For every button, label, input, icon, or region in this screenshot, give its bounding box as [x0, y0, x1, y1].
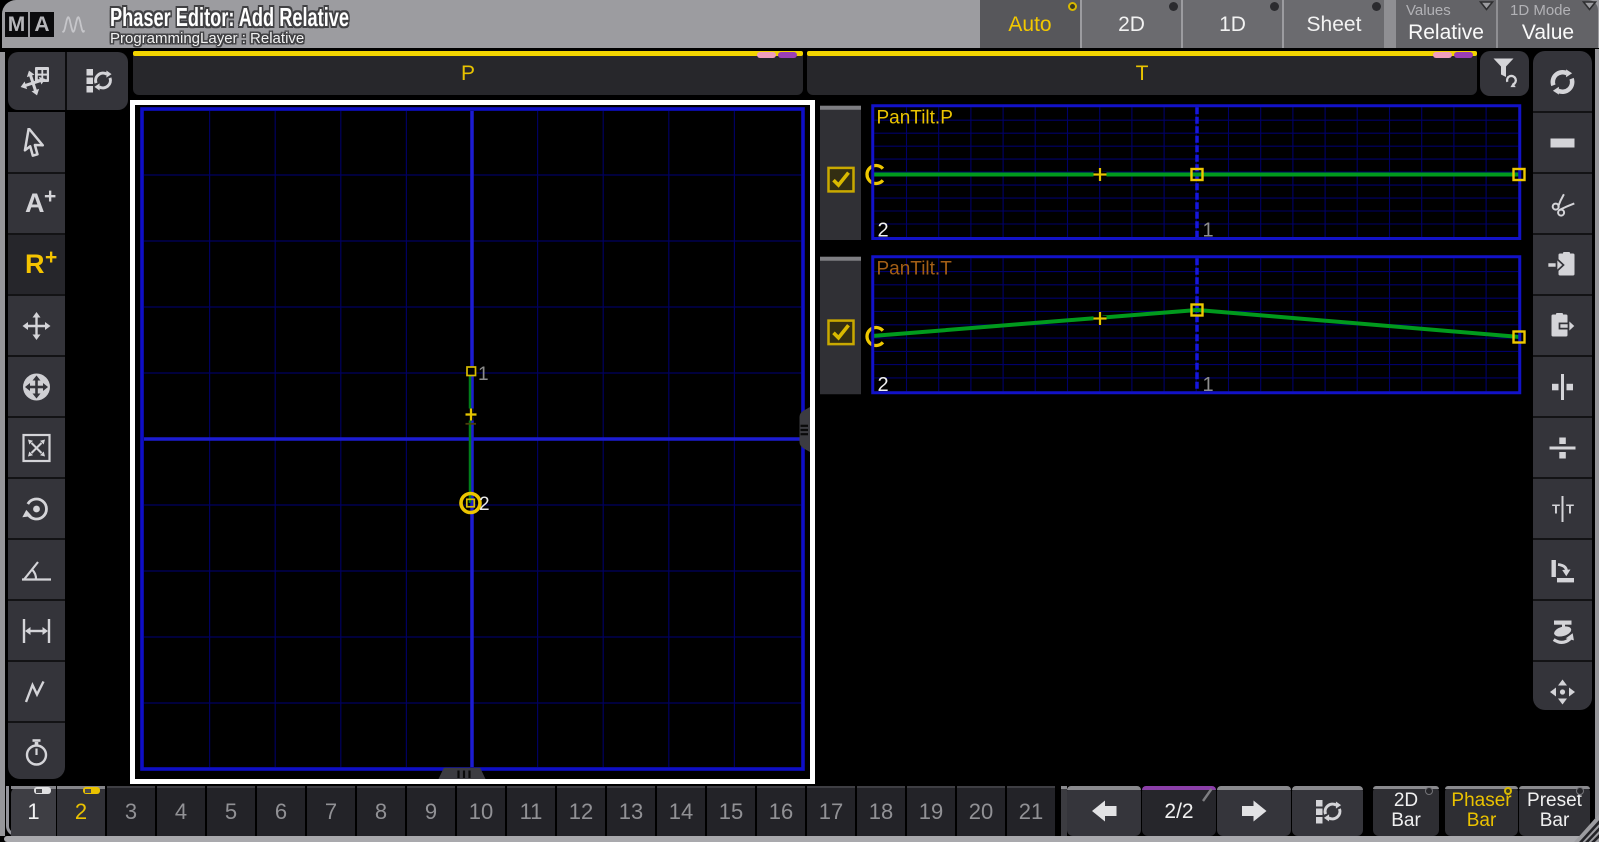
- svg-text:PanTilt.T: PanTilt.T: [877, 258, 953, 279]
- svg-text:PanTilt.P: PanTilt.P: [877, 107, 953, 128]
- svg-text:T: T: [1552, 501, 1560, 516]
- svg-text:1: 1: [478, 364, 489, 385]
- svg-text:1: 1: [1203, 374, 1214, 396]
- svg-text:1: 1: [1203, 220, 1214, 242]
- svg-text:2: 2: [479, 494, 490, 515]
- svg-text:2: 2: [878, 374, 889, 396]
- svg-text:2: 2: [878, 220, 889, 242]
- svg-text:T: T: [1566, 501, 1574, 516]
